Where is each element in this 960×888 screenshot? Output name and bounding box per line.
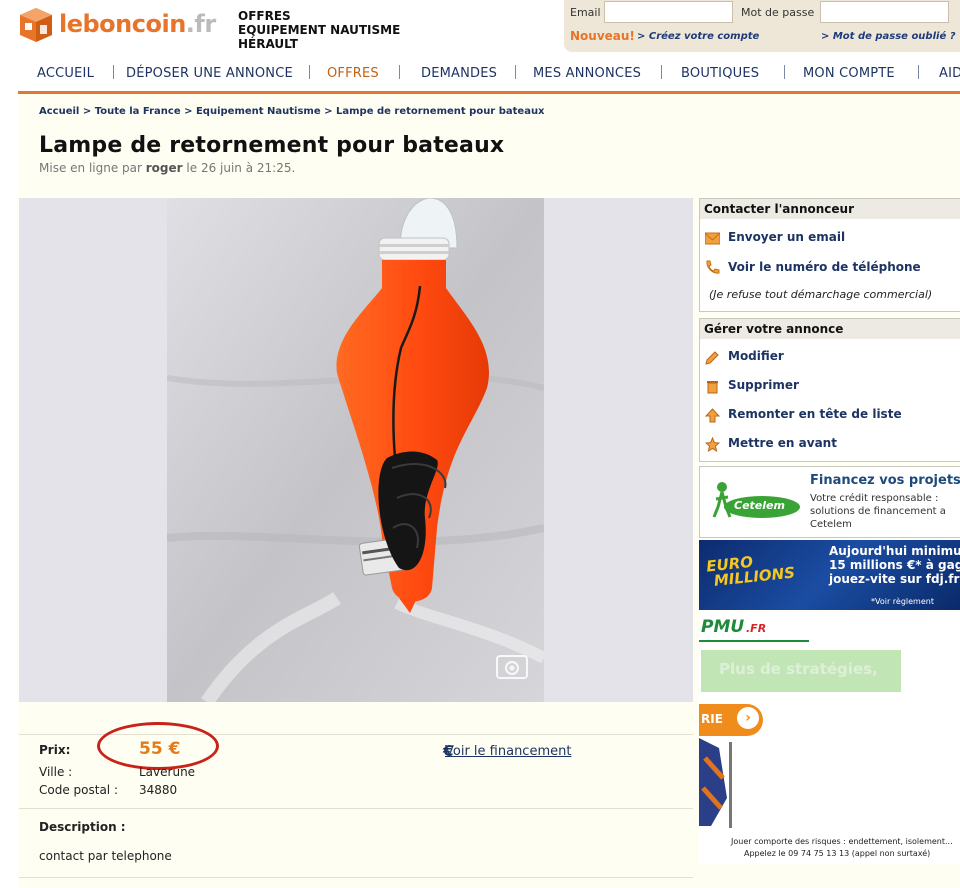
logo-box-icon[interactable] [18,6,54,44]
description-text: contact par telephone [39,849,172,863]
create-account-link[interactable]: > Créez votre compte [637,31,759,42]
breadcrumb-item[interactable]: Equipement Nautisme [196,106,321,117]
nav-deposer[interactable]: DÉPOSER UNE ANNONCE [126,66,293,81]
nav-boutiques[interactable]: BOUTIQUES [681,66,759,81]
nav-accueil[interactable]: ACCUEIL [37,66,94,81]
jockey-figure-icon [699,738,732,828]
divider [19,877,693,878]
cetelem-text: Votre crédit responsable : solutions de … [810,493,946,530]
nav-separator [113,65,114,79]
header-category: OFFRES EQUIPEMENT NAUTISME HÉRAULT [238,9,401,51]
description-label: Description : [39,820,126,834]
envelope-icon [705,232,720,245]
delete-link[interactable]: Supprimer [728,378,799,392]
site-logo[interactable]: leboncoin.fr [59,10,216,38]
pencil-icon [705,351,719,365]
financing-link[interactable]: Voir le financement [445,744,571,759]
postcode-label: Code postal : [39,783,118,797]
star-icon [705,437,720,452]
manage-box-title: Gérer votre annonce [700,319,960,339]
city-label: Ville : [39,765,73,779]
lamp-image [167,198,544,702]
cetelem-title: Financez vos projets [810,473,960,488]
pmu-ad[interactable]: PMU .FR Plus de stratégies, RIE › Jouer c… [699,612,960,864]
cetelem-ad[interactable]: Cetelem Financez vos projets Votre crédi… [699,466,960,538]
nav-offres[interactable]: OFFRES [327,66,379,81]
feature-link[interactable]: Mettre en avant [728,436,837,450]
nav-separator [515,65,516,79]
bump-link[interactable]: Remonter en tête de liste [728,407,902,421]
nav-separator [399,65,400,79]
contact-box: Contacter l'annonceur Envoyer un email V… [699,198,960,312]
ad-photo[interactable] [167,198,544,702]
breadcrumb-separator: > [184,106,193,117]
new-label: Nouveau! [570,29,635,43]
breadcrumb-current: Lampe de retornement pour bateaux [336,106,545,117]
city-value: Laverune [139,765,196,779]
breadcrumb-separator: > [82,106,92,117]
ad-posted-info: Mise en ligne par roger le 26 juin à 21:… [39,161,296,175]
cetelem-brand: Cetelem [734,499,785,512]
pmu-risk-warning: Jouer comporte des risques : endettement… [731,837,953,846]
price-highlight-circle [97,722,219,770]
ad-author[interactable]: roger [146,161,183,175]
main-nav: ACCUEIL DÉPOSER UNE ANNONCE OFFRES DEMAN… [0,58,960,90]
postcode-value: 34880 [139,783,178,797]
phone-icon [706,260,720,274]
pmu-blurred-text: Plus de stratégies, [719,660,878,678]
send-email-link[interactable]: Envoyer un email [728,230,845,244]
ad-title: Lampe de retornement pour bateaux [39,133,505,158]
pmu-helpline: Appelez le 09 74 75 13 13 (appel non sur… [744,849,931,858]
manage-box: Gérer votre annonce Modifier Supprimer R… [699,318,960,462]
breadcrumb-item[interactable]: Accueil [39,106,79,117]
nav-mes-annonces[interactable]: MES ANNONCES [533,66,641,81]
forgot-password-link[interactable]: > Mot de passe oublié ? [821,31,956,42]
breadcrumb: Accueil > Toute la France > Equipement N… [39,106,545,117]
breadcrumb-item[interactable]: Toute la France [95,106,181,117]
password-input[interactable] [820,1,949,23]
nav-separator [309,65,310,79]
no-solicitation-notice: (Je refuse tout démarchage commercial) [709,288,933,301]
email-label: Email [570,6,601,19]
modify-link[interactable]: Modifier [728,349,784,363]
password-label: Mot de passe [741,6,815,19]
divider [19,808,693,809]
nav-mon-compte[interactable]: MON COMPTE [803,66,895,81]
euromillions-rules: *Voir règlement [871,597,934,606]
contact-box-title: Contacter l'annonceur [700,199,960,219]
euromillions-text: Aujourd'hui minimu 15 millions €* à gagn… [829,544,960,586]
arrow-up-icon [705,408,720,423]
show-phone-link[interactable]: Voir le numéro de téléphone [728,260,921,274]
euromillions-logo: EURO MILLIONS [705,552,796,590]
nav-aide[interactable]: AID [939,66,960,81]
nav-separator [918,65,919,79]
nav-demandes[interactable]: DEMANDES [421,66,497,81]
nav-separator [784,65,785,79]
breadcrumb-separator: > [324,106,333,117]
trash-icon [707,381,718,394]
euromillions-ad[interactable]: EURO MILLIONS Aujourd'hui minimu 15 mill… [699,540,960,610]
chevron-right-icon: › [737,707,759,729]
price-label: Prix: [39,743,71,757]
pmu-logo: PMU .FR [699,614,809,642]
pmu-button[interactable]: RIE › [699,704,763,736]
email-input[interactable] [604,1,733,23]
nav-separator [661,65,662,79]
